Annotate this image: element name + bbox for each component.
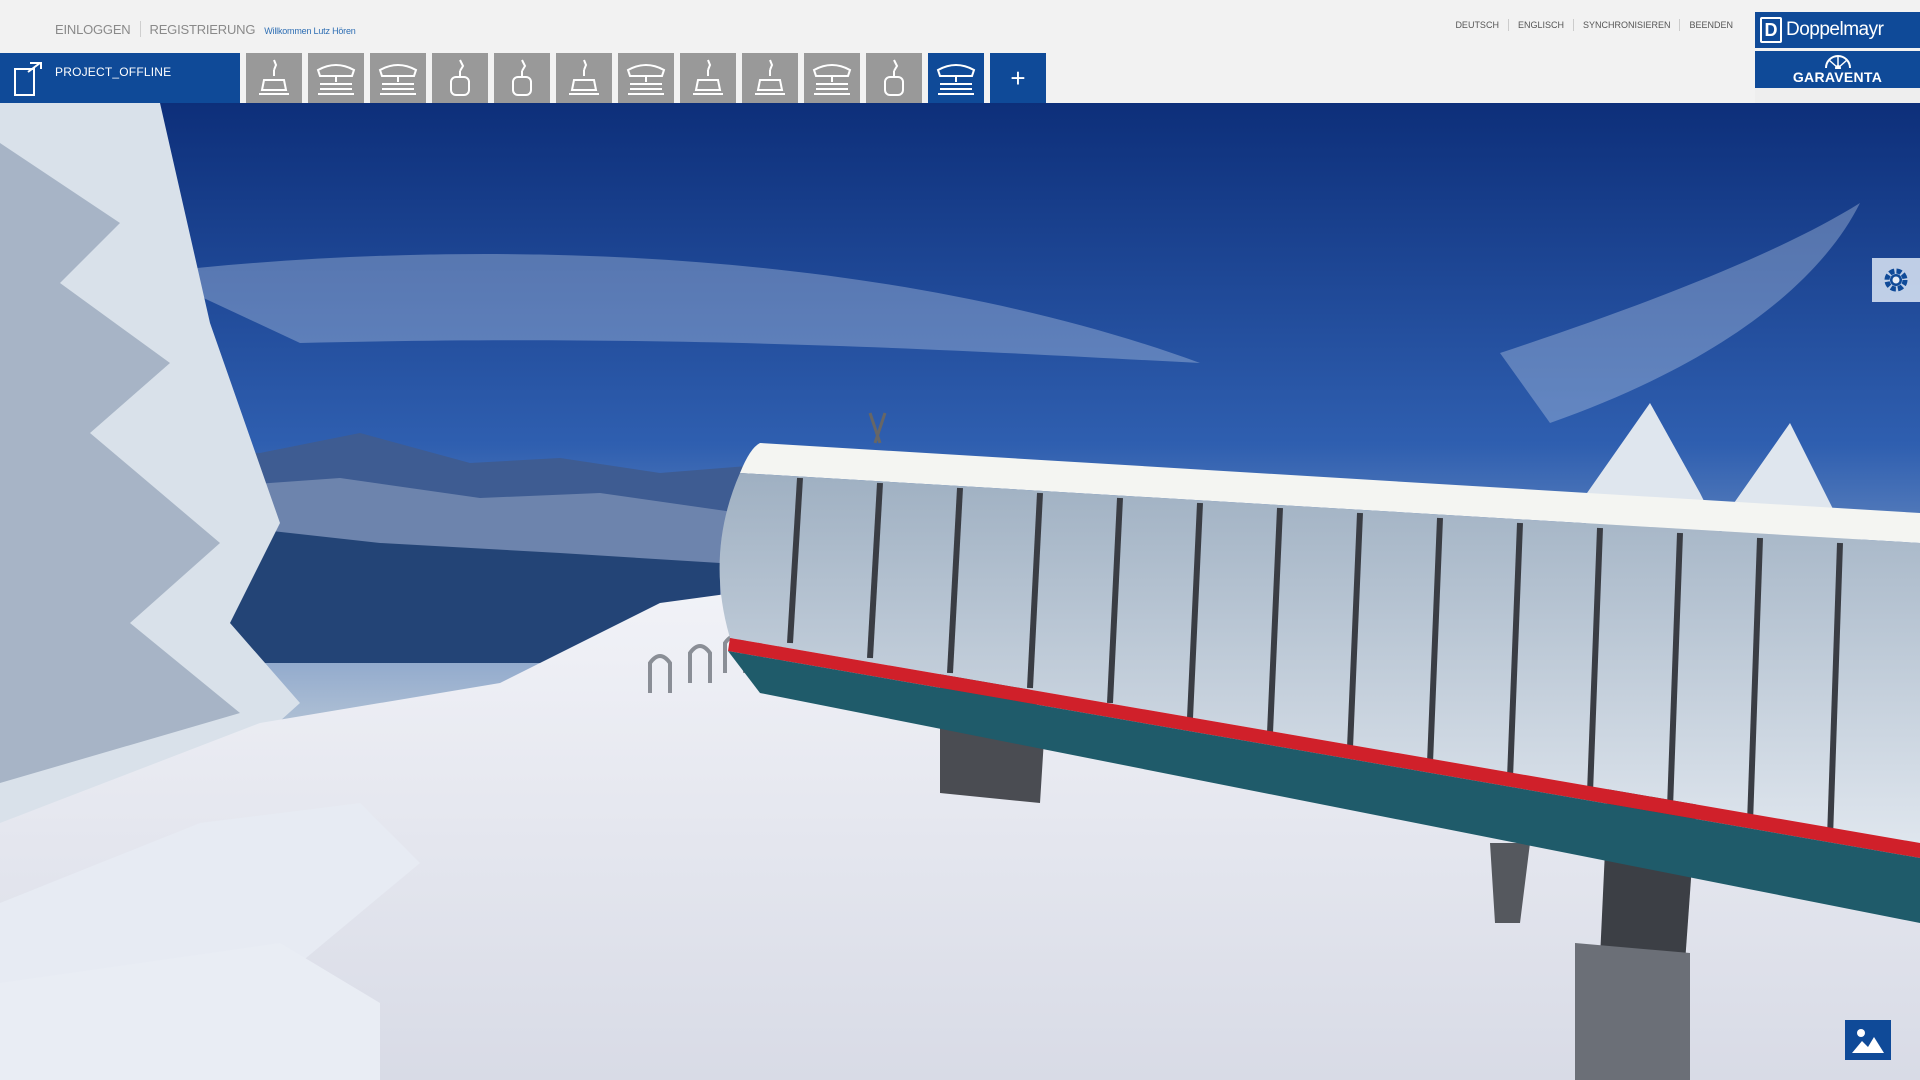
covered-chairlift-icon — [626, 64, 666, 95]
garaventa-logo: GARAVENTA — [1755, 51, 1920, 88]
chairlift-icon — [755, 59, 785, 95]
document-icon — [14, 62, 42, 96]
gondola-icon — [450, 59, 470, 96]
gear-icon — [1884, 268, 1908, 292]
welcome-text: Willkommen Lutz Hören — [264, 25, 356, 36]
garaventa-wheel-icon — [1824, 54, 1851, 69]
sync-link[interactable]: SYNCHRONISIEREN — [1574, 20, 1680, 30]
lift-tile[interactable] — [804, 53, 860, 103]
lift-tile[interactable] — [680, 53, 736, 103]
lift-tile[interactable] — [308, 53, 364, 103]
auth-links: EINLOGGEN REGISTRIERUNG Willkommen Lutz … — [55, 21, 356, 37]
garaventa-wordmark: GARAVENTA — [1792, 68, 1883, 85]
covered-chairlift-icon — [316, 64, 356, 95]
lift-tile[interactable] — [556, 53, 612, 103]
lift-tile[interactable] — [742, 53, 798, 103]
covered-chairlift-icon — [936, 64, 976, 95]
project-button[interactable]: PROJECT_OFFLINE — [0, 53, 240, 103]
lift-tile[interactable] — [432, 53, 488, 103]
register-link[interactable]: REGISTRIERUNG — [141, 22, 265, 37]
image-icon — [1852, 1029, 1884, 1053]
top-nav: DEUTSCH ENGLISCH SYNCHRONISIEREN BEENDEN — [1446, 19, 1742, 31]
image-toggle-button[interactable] — [1845, 1020, 1891, 1060]
lift-tile-active[interactable] — [928, 53, 984, 103]
lang-german-link[interactable]: DEUTSCH — [1446, 20, 1508, 30]
settings-button[interactable] — [1872, 258, 1920, 302]
lift-tile[interactable] — [618, 53, 674, 103]
lift-type-tiles: + — [246, 53, 1052, 103]
doppelmayr-logo: D Doppelmayr — [1755, 12, 1920, 48]
covered-chairlift-icon — [378, 64, 418, 95]
login-link[interactable]: EINLOGGEN — [55, 22, 140, 37]
doppelmayr-wordmark: Doppelmayr — [1786, 19, 1884, 40]
ski-station-scene-image — [0, 103, 1920, 1080]
gondola-icon — [884, 59, 904, 96]
project-title: PROJECT_OFFLINE — [55, 65, 172, 79]
chairlift-icon — [259, 59, 289, 95]
lift-tile[interactable] — [866, 53, 922, 103]
chairlift-icon — [569, 59, 599, 95]
scene-viewport[interactable] — [0, 103, 1920, 1080]
lift-tile[interactable] — [370, 53, 426, 103]
lift-tile[interactable] — [494, 53, 550, 103]
lift-tile[interactable] — [246, 53, 302, 103]
covered-chairlift-icon — [812, 64, 852, 95]
gondola-icon — [512, 59, 532, 96]
add-lift-button[interactable]: + — [990, 53, 1046, 103]
doppelmayr-d-icon: D — [1760, 17, 1782, 43]
top-bar: EINLOGGEN REGISTRIERUNG Willkommen Lutz … — [0, 0, 1920, 52]
chairlift-icon — [693, 59, 723, 95]
quit-link[interactable]: BEENDEN — [1680, 20, 1742, 30]
lang-english-link[interactable]: ENGLISCH — [1509, 20, 1573, 30]
